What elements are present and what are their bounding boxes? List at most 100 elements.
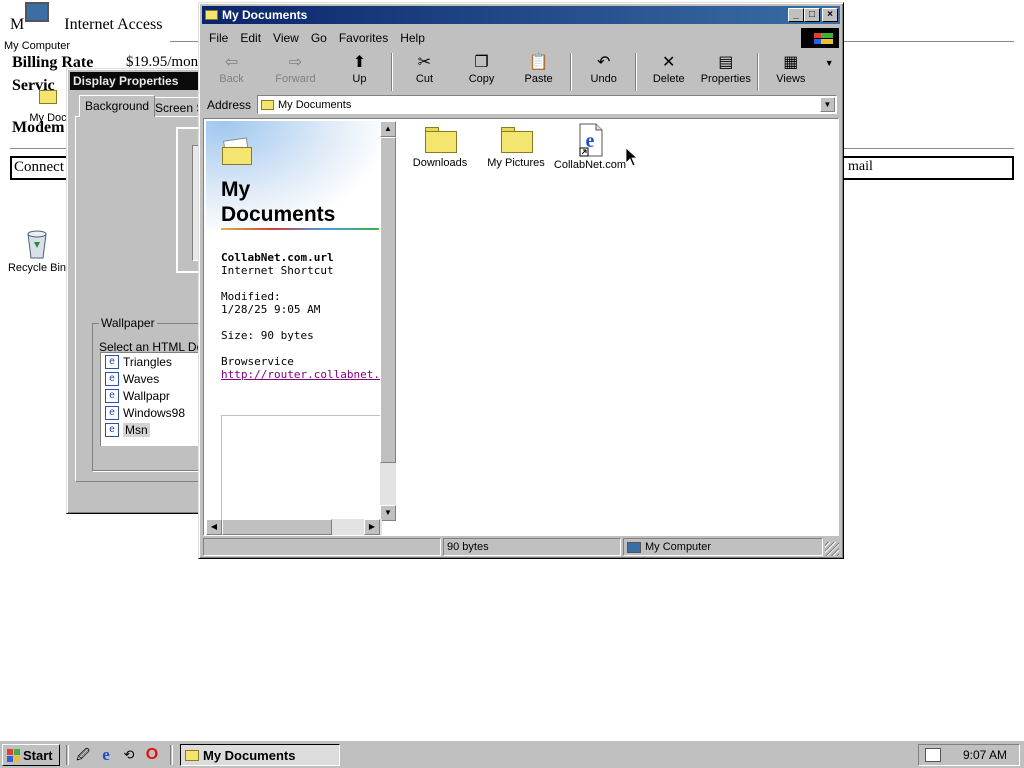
display-properties-window[interactable]: Display Properties Background Screen S W… xyxy=(66,68,222,514)
properties-icon: ▤ xyxy=(718,54,734,71)
back-arrow-icon: ⇦ xyxy=(224,54,239,71)
menu-favorites[interactable]: Favorites xyxy=(333,31,394,45)
modified-label: Modified: xyxy=(221,290,281,303)
clock[interactable]: 9:07 AM xyxy=(963,748,1007,762)
html-document-icon: e xyxy=(105,405,119,420)
web-view-preview-box xyxy=(221,415,382,525)
folder-icon xyxy=(501,127,533,153)
scissors-icon: ✂ xyxy=(417,54,432,71)
recycle-bin-label: Recycle Bin xyxy=(7,262,67,274)
taskbar-button-my-documents[interactable]: My Documents xyxy=(180,744,340,766)
delete-x-icon: ✕ xyxy=(662,54,676,71)
modified-value: 1/28/25 9:05 AM xyxy=(221,303,321,316)
internet-explorer-icon[interactable]: e xyxy=(97,746,115,764)
wallpaper-item[interactable]: e Waves xyxy=(101,370,210,387)
wallpaper-item[interactable]: e Windows98 xyxy=(101,404,210,421)
wallpaper-list[interactable]: e Triangles e Waves e Wallpapr e Windows98 e… xyxy=(100,352,210,446)
toolbar-separator xyxy=(635,53,638,91)
file-item-collabnet[interactable]: e CollabNet.com xyxy=(550,121,630,171)
mail-label: mail xyxy=(848,159,873,174)
cut-button[interactable]: ✂ Cut xyxy=(396,51,453,93)
views-dropdown-button[interactable]: ▼ xyxy=(819,51,839,93)
wallpaper-item[interactable]: e Triangles xyxy=(101,353,210,370)
file-item-downloads[interactable]: Downloads xyxy=(400,121,480,169)
status-cell-empty xyxy=(203,538,441,556)
chevron-down-icon: ▼ xyxy=(824,58,834,68)
menu-help[interactable]: Help xyxy=(394,31,431,45)
properties-button[interactable]: ▤ Properties xyxy=(697,51,754,93)
menu-view[interactable]: View xyxy=(267,31,305,45)
tab-background[interactable]: Background xyxy=(79,95,156,117)
resize-grip-icon[interactable] xyxy=(825,542,839,556)
service-name: Browservice xyxy=(221,355,294,368)
vertical-scrollbar[interactable]: ▲ ▼ xyxy=(380,121,396,521)
folder-icon xyxy=(185,749,199,761)
scroll-up-button[interactable]: ▲ xyxy=(380,121,396,137)
taskbar: Start 🖉 e ⟲ O My Documents 9:07 AM xyxy=(0,740,1024,768)
address-input[interactable]: My Documents ▼ xyxy=(257,95,837,114)
shortcut-link[interactable]: http://router.collabnet.local xyxy=(221,368,382,381)
file-item-label: My Pictures xyxy=(487,157,545,169)
menu-file[interactable]: File xyxy=(203,31,234,45)
my-documents-folder-icon xyxy=(222,137,252,165)
maximize-button[interactable]: □ xyxy=(804,8,820,22)
windows-logo-icon xyxy=(801,28,839,48)
address-value: My Documents xyxy=(278,98,352,111)
quick-launch-separator xyxy=(66,745,69,765)
undo-button[interactable]: ↶ Undo xyxy=(575,51,632,93)
scroll-left-button[interactable]: ◀ xyxy=(206,519,222,535)
forward-button[interactable]: ⇨ Forward xyxy=(260,51,331,93)
file-item-label: Downloads xyxy=(412,157,468,169)
file-item-label: CollabNet.com xyxy=(553,159,627,171)
channels-icon[interactable]: ⟲ xyxy=(120,746,138,764)
delete-button[interactable]: ✕ Delete xyxy=(640,51,697,93)
paste-icon: 📋 xyxy=(528,54,549,71)
folder-icon xyxy=(39,90,57,104)
address-bar: Address My Documents ▼ xyxy=(203,94,839,116)
address-dropdown-button[interactable]: ▼ xyxy=(820,97,835,112)
my-documents-window[interactable]: My Documents _ □ × File Edit View Go Fav… xyxy=(198,2,844,559)
forward-arrow-icon: ⇨ xyxy=(288,54,303,71)
up-button[interactable]: ⬆ Up xyxy=(331,51,388,93)
html-document-icon: e xyxy=(105,371,119,386)
toolbar-separator xyxy=(390,53,393,91)
undo-icon: ↶ xyxy=(596,54,611,71)
start-button[interactable]: Start xyxy=(2,744,60,766)
trash-icon xyxy=(27,230,47,259)
status-bar: 90 bytes My Computer xyxy=(203,538,839,557)
web-view-pane: My Documents CollabNet.com.url Internet … xyxy=(206,121,382,535)
minimize-button[interactable]: _ xyxy=(788,8,804,22)
folder-content: My Documents CollabNet.com.url Internet … xyxy=(203,118,839,536)
close-button[interactable]: × xyxy=(822,8,838,22)
opera-icon[interactable]: O xyxy=(143,746,161,764)
wallpaper-item[interactable]: e Wallpapr xyxy=(101,387,210,404)
html-document-icon: e xyxy=(105,388,119,403)
menu-edit[interactable]: Edit xyxy=(234,31,267,45)
scroll-thumb[interactable] xyxy=(222,519,332,535)
horizontal-scrollbar[interactable]: ◀ ▶ xyxy=(206,519,382,535)
status-zone: My Computer xyxy=(623,538,823,556)
scheduler-icon[interactable] xyxy=(925,748,941,762)
scroll-thumb[interactable] xyxy=(380,137,396,463)
show-desktop-icon[interactable]: 🖉 xyxy=(74,746,92,764)
menu-go[interactable]: Go xyxy=(305,31,333,45)
quick-launch-separator xyxy=(170,745,173,765)
scroll-right-button[interactable]: ▶ xyxy=(364,519,380,535)
folder-icon xyxy=(261,100,274,110)
my-documents-desktop-icon[interactable]: My Doc xyxy=(28,90,68,124)
copy-button[interactable]: ❐ Copy xyxy=(453,51,510,93)
file-item-my-pictures[interactable]: My Pictures xyxy=(476,121,556,169)
toolbar-separator xyxy=(757,53,760,91)
views-button[interactable]: ▦ Views xyxy=(762,51,819,93)
explorer-titlebar[interactable]: My Documents _ □ × xyxy=(202,6,840,24)
folder-icon xyxy=(425,127,457,153)
display-properties-titlebar[interactable]: Display Properties xyxy=(70,72,212,90)
paste-button[interactable]: 📋 Paste xyxy=(510,51,567,93)
back-button[interactable]: ⇦ Back xyxy=(203,51,260,93)
scroll-down-button[interactable]: ▼ xyxy=(380,505,396,521)
page-heading: M Internet Access xyxy=(10,16,163,33)
wallpaper-item-selected[interactable]: e Msn xyxy=(101,421,210,438)
windows-logo-icon xyxy=(7,748,20,762)
recycle-bin-icon[interactable]: Recycle Bin xyxy=(4,226,70,274)
up-folder-icon: ⬆ xyxy=(352,54,367,71)
